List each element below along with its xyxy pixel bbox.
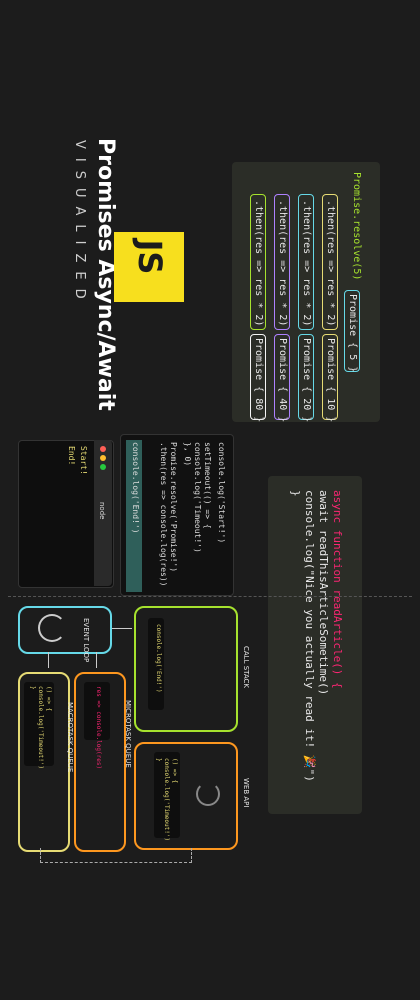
el-code-6: .then(res => console.log(res)): [159, 442, 168, 587]
web-api-line-3: }: [155, 758, 162, 762]
then-code-1: .then(res => res * 2): [325, 200, 336, 327]
el-code-4: }, 0): [183, 442, 192, 467]
web-api-line-1: () => {: [171, 758, 178, 784]
output-line-1: Start!: [79, 446, 88, 475]
macrotask-label: MACROTASK QUEUE: [66, 702, 74, 773]
then-code-4: .then(res => res * 2): [253, 200, 264, 327]
js-logo: JS: [114, 232, 184, 302]
el-code-2: setTimeout(() => {: [203, 442, 212, 529]
async-line-3: console.log("Nice you actually read it! …: [303, 490, 316, 782]
result-80: Promise { 80 }: [253, 338, 264, 423]
maximize-dot-icon: [100, 464, 106, 470]
loading-spinner-icon: [196, 782, 220, 806]
result-40: Promise { 40 }: [277, 338, 288, 423]
result-20: Promise { 20 }: [301, 338, 312, 423]
close-dot-icon: [100, 446, 106, 452]
minimize-dot-icon: [100, 455, 106, 461]
promise-resolve-code: Promise.resolve(5): [351, 172, 362, 281]
call-stack-item: console.log('End!'): [155, 624, 162, 693]
macrotask-line-1: () => {: [45, 686, 52, 712]
result-10: Promise { 10 }: [325, 338, 336, 423]
then-code-3: .then(res => res * 2): [277, 200, 288, 327]
then-code-2: .then(res => res * 2): [301, 200, 312, 327]
macrotask-line-3: }: [29, 686, 36, 690]
microtask-item: res => console.log(res): [95, 686, 102, 770]
macrotask-line-2: console.log('Timeout!'): [37, 686, 44, 770]
js-logo-text: JS: [131, 239, 169, 275]
el-code-7: console.log('End!'): [131, 442, 140, 534]
async-line-2: await readThisArticleSometime(): [317, 490, 330, 696]
flow-arrow-3: [96, 652, 97, 668]
call-stack-label: CALL STACK: [242, 646, 250, 689]
output-line-2: End!: [67, 446, 76, 466]
result-5: Promise { 5 }: [347, 294, 358, 373]
flow-arrow-1: [112, 628, 132, 629]
el-code-1: console.log('Start!'): [217, 442, 226, 544]
subtitle: VISUALIZED: [72, 140, 87, 308]
event-loop-label: EVENT LOOP: [82, 618, 90, 663]
el-code-5: Promise.resolve('Promise!'): [169, 442, 178, 573]
flow-arrow-dashed: [40, 848, 192, 863]
node-title: node: [98, 502, 106, 520]
refresh-cycle-icon: [38, 614, 66, 642]
web-api-line-2: console.log('Timeout!'): [163, 758, 170, 842]
flow-arrow-2: [48, 652, 49, 668]
microtask-label: MICROTASK QUEUE: [124, 700, 132, 768]
async-line-1: async function readArticle() {: [331, 490, 344, 689]
title-block: Promises Async/Await VISUALIZED: [18, 138, 118, 411]
async-line-4: }: [289, 490, 302, 497]
web-api-box: [134, 742, 238, 850]
web-api-label: WEB API: [242, 778, 250, 808]
el-code-3: console.log('Timeout!'): [193, 442, 202, 553]
section-divider: [8, 596, 412, 597]
